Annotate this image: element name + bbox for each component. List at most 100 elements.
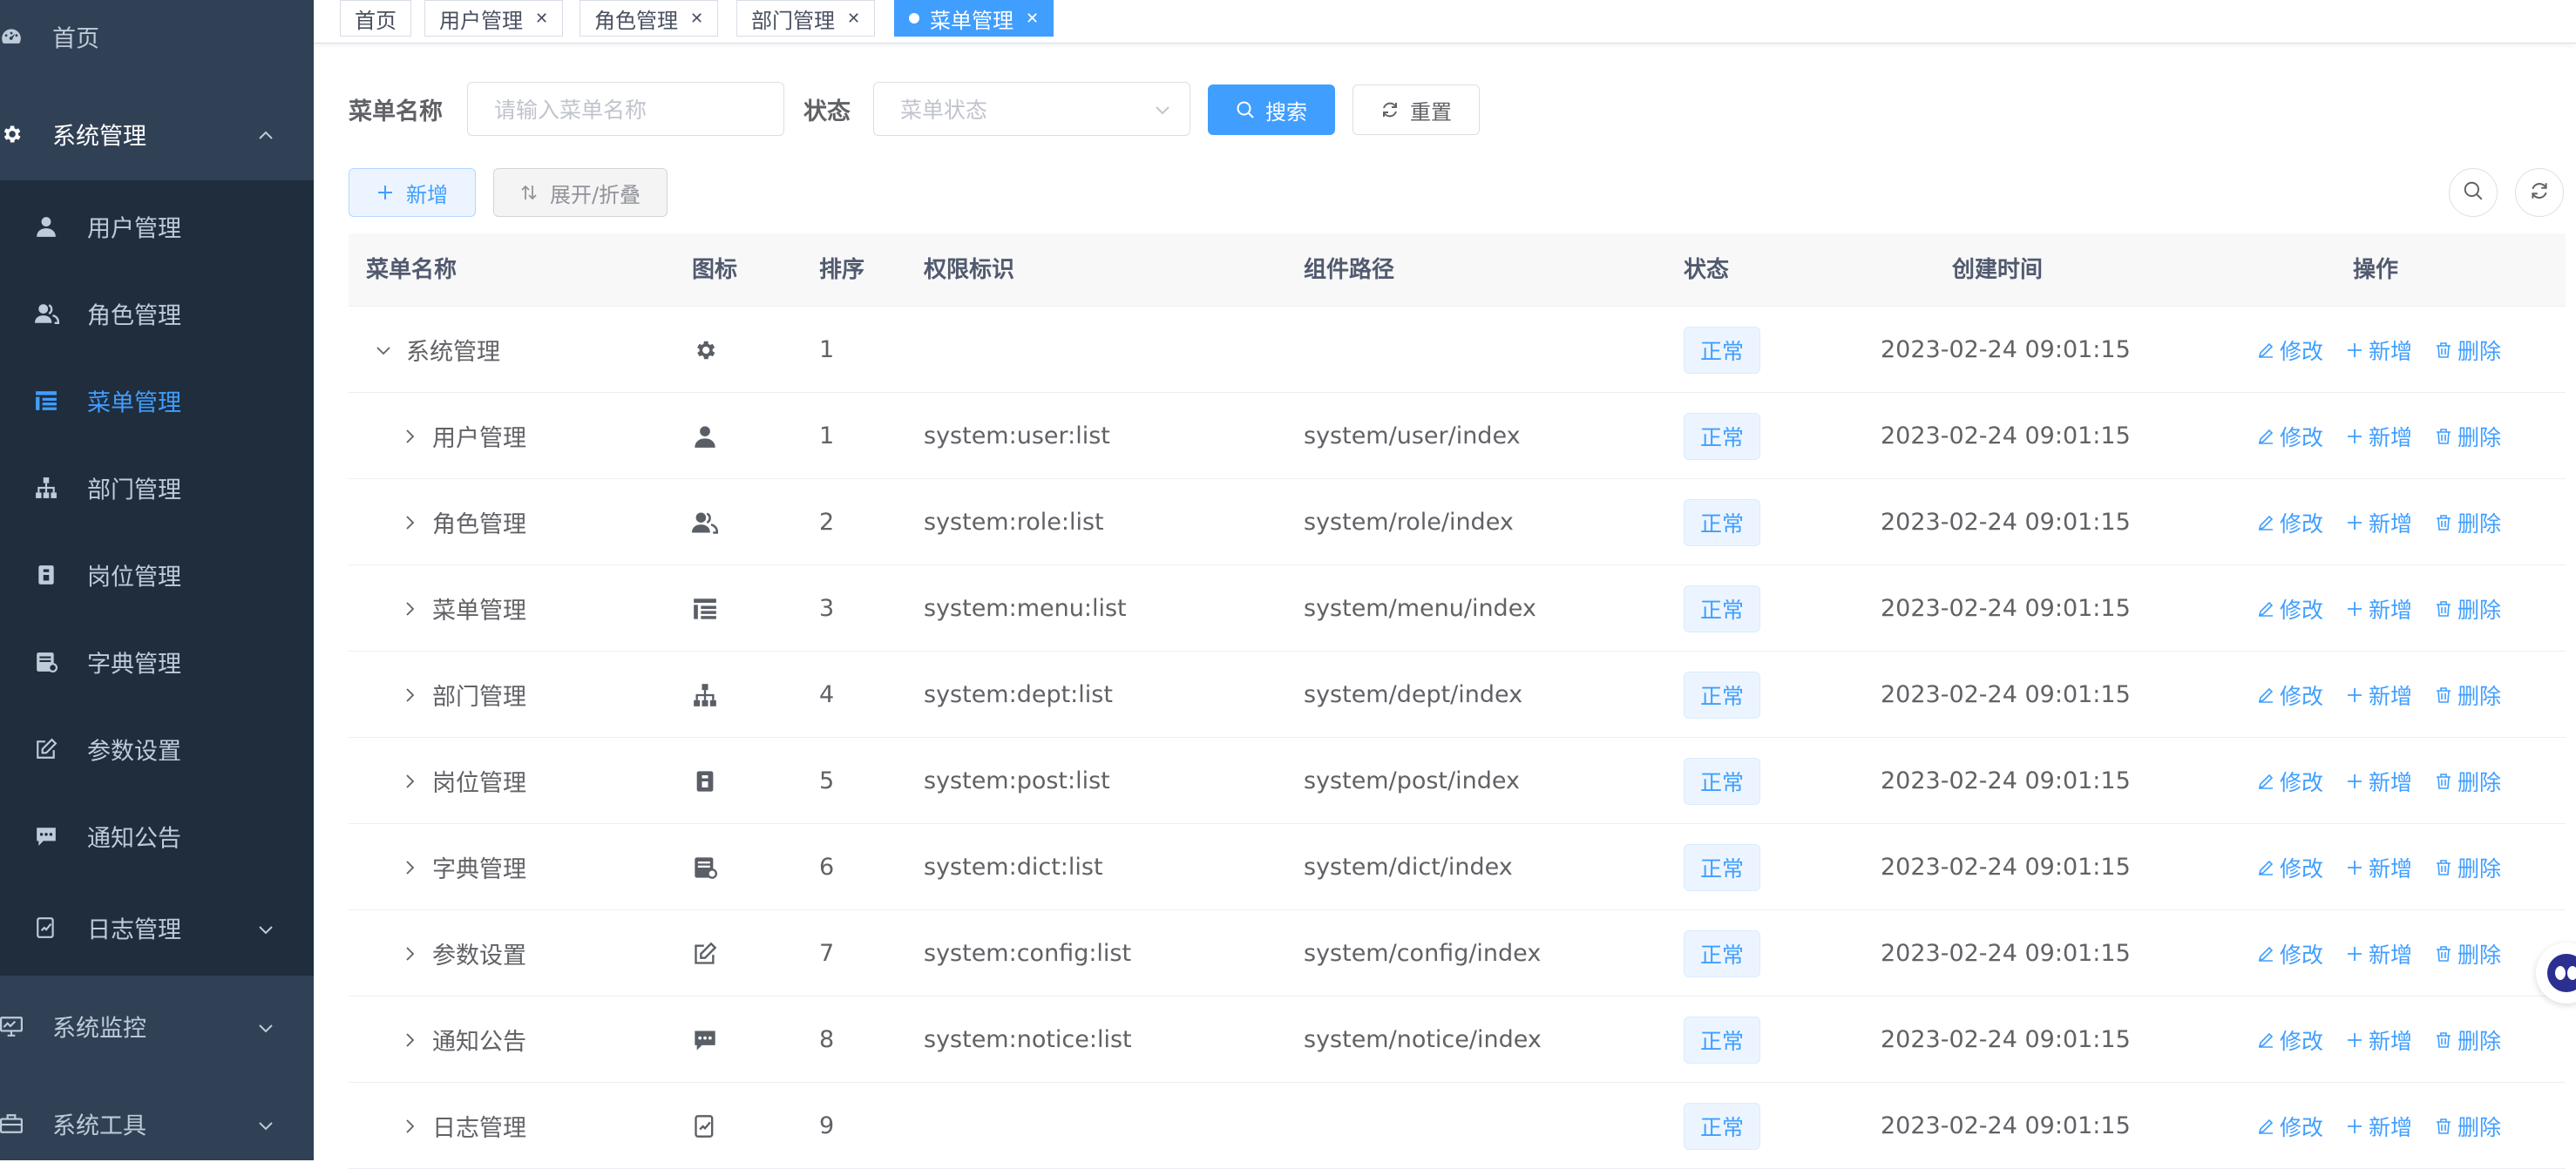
sidebar-item-home[interactable]: 首页 xyxy=(0,0,314,80)
cell-order: 6 xyxy=(819,854,835,881)
delete-icon xyxy=(2435,772,2454,791)
cell-create-time: 2023-02-24 09:01:15 xyxy=(1881,422,2131,449)
chevron-right-icon[interactable] xyxy=(401,599,420,618)
sidebar-item-post[interactable]: 岗位管理 xyxy=(0,531,314,618)
cell-perms: system:dict:list xyxy=(924,854,1103,881)
delete-button[interactable]: 删除 xyxy=(2435,938,2501,970)
add-child-button[interactable]: 新增 xyxy=(2346,852,2412,883)
delete-button[interactable]: 删除 xyxy=(2435,507,2501,538)
sidebar-item-dict[interactable]: 字典管理 xyxy=(0,618,314,706)
delete-button[interactable]: 删除 xyxy=(2435,766,2501,797)
tag-user[interactable]: 用户管理 ✕ xyxy=(424,0,564,37)
menu-name-text: 日志管理 xyxy=(432,1115,526,1142)
add-child-button[interactable]: 新增 xyxy=(2346,507,2412,538)
tree-table-icon xyxy=(35,389,59,413)
add-child-button[interactable]: 新增 xyxy=(2346,1024,2412,1056)
add-child-button[interactable]: 新增 xyxy=(2346,593,2412,625)
refresh-icon xyxy=(1380,99,1401,120)
edit-button[interactable]: 修改 xyxy=(2257,334,2323,366)
chevron-right-icon[interactable] xyxy=(401,1030,420,1050)
expand-collapse-label: 展开/折叠 xyxy=(549,182,641,207)
tags-view: 首页 用户管理 ✕ 角色管理 ✕ 部门管理 ✕ 菜单管理 ✕ xyxy=(314,0,2576,44)
add-button[interactable]: 新增 xyxy=(349,168,476,217)
chevron-right-icon[interactable] xyxy=(401,944,420,963)
delete-button[interactable]: 删除 xyxy=(2435,334,2501,366)
status-select[interactable]: 菜单状态 xyxy=(873,82,1190,136)
chevron-right-icon[interactable] xyxy=(401,513,420,532)
edit-button[interactable]: 修改 xyxy=(2257,421,2323,452)
tag-menu[interactable]: 菜单管理 ✕ xyxy=(894,0,1054,37)
close-icon[interactable]: ✕ xyxy=(690,10,703,28)
edit-button[interactable]: 修改 xyxy=(2257,852,2323,883)
menu-name-input[interactable]: 请输入菜单名称 xyxy=(467,82,784,136)
edit-label: 修改 xyxy=(2280,597,2324,623)
cell-status: 正常 xyxy=(1684,738,1761,824)
add-child-button[interactable]: 新增 xyxy=(2346,334,2412,366)
edit-button[interactable]: 修改 xyxy=(2257,679,2323,711)
edit-button[interactable]: 修改 xyxy=(2257,1024,2323,1056)
chevron-up-icon xyxy=(256,125,275,144)
header-menu-name: 菜单名称 xyxy=(366,257,458,283)
cell-create-time: 2023-02-24 09:01:15 xyxy=(1881,595,2131,622)
edit-icon xyxy=(2257,1117,2276,1136)
table-row: 角色管理 2 system:role:list system/role/inde… xyxy=(349,479,2566,565)
sidebar-item-user[interactable]: 用户管理 xyxy=(0,183,314,270)
close-icon[interactable]: ✕ xyxy=(1026,10,1039,28)
delete-button[interactable]: 删除 xyxy=(2435,852,2501,883)
delete-button[interactable]: 删除 xyxy=(2435,421,2501,452)
edit-label: 修改 xyxy=(2280,769,2324,795)
sidebar-item-config[interactable]: 参数设置 xyxy=(0,706,314,793)
sidebar-item-tool[interactable]: 系统工具 xyxy=(0,1080,314,1167)
reset-button[interactable]: 重置 xyxy=(1352,84,1480,135)
edit-button[interactable]: 修改 xyxy=(2257,1111,2323,1142)
edit-button[interactable]: 修改 xyxy=(2257,593,2323,625)
add-child-button[interactable]: 新增 xyxy=(2346,421,2412,452)
delete-button[interactable]: 删除 xyxy=(2435,593,2501,625)
sidebar-item-system[interactable]: 系统管理 xyxy=(0,91,314,178)
sidebar-item-monitor[interactable]: 系统监控 xyxy=(0,983,314,1070)
tag-home[interactable]: 首页 xyxy=(340,0,411,37)
chevron-down-icon[interactable] xyxy=(375,341,394,360)
sidebar-item-notice[interactable]: 通知公告 xyxy=(0,793,314,880)
chevron-right-icon[interactable] xyxy=(401,427,420,446)
edit-button[interactable]: 修改 xyxy=(2257,766,2323,797)
close-icon[interactable]: ✕ xyxy=(535,10,548,28)
toggle-search-button[interactable] xyxy=(2449,168,2498,217)
sidebar-item-role[interactable]: 角色管理 xyxy=(0,270,314,357)
chevron-right-icon[interactable] xyxy=(401,686,420,705)
delete-button[interactable]: 删除 xyxy=(2435,679,2501,711)
add-child-button[interactable]: 新增 xyxy=(2346,766,2412,797)
chevron-right-icon[interactable] xyxy=(401,772,420,791)
sidebar-item-menu[interactable]: 菜单管理 xyxy=(0,357,314,444)
close-icon[interactable]: ✕ xyxy=(847,10,860,28)
cell-menu-name: 部门管理 xyxy=(401,652,526,738)
sidebar-item-log[interactable]: 日志管理 xyxy=(0,884,314,971)
chevron-right-icon[interactable] xyxy=(401,1117,420,1136)
sidebar-item-dept[interactable]: 部门管理 xyxy=(0,444,314,531)
search-button[interactable]: 搜索 xyxy=(1208,84,1335,135)
cell-status: 正常 xyxy=(1684,824,1761,910)
expand-collapse-button[interactable]: 展开/折叠 xyxy=(493,168,668,217)
delete-label: 删除 xyxy=(2457,424,2502,450)
add-child-button[interactable]: 新增 xyxy=(2346,938,2412,970)
add-button-label: 新增 xyxy=(406,182,448,207)
menu-name-text: 部门管理 xyxy=(432,684,526,711)
tag-dept[interactable]: 部门管理 ✕ xyxy=(736,0,876,37)
monitor-icon xyxy=(0,1014,24,1038)
tag-role[interactable]: 角色管理 ✕ xyxy=(580,0,719,37)
add-child-button[interactable]: 新增 xyxy=(2346,1111,2412,1142)
tag-label: 部门管理 xyxy=(751,8,835,33)
refresh-table-button[interactable] xyxy=(2515,168,2564,217)
cell-icon xyxy=(692,565,718,652)
edit-icon xyxy=(2257,686,2276,705)
delete-icon xyxy=(2435,686,2454,705)
delete-button[interactable]: 删除 xyxy=(2435,1024,2501,1056)
delete-button[interactable]: 删除 xyxy=(2435,1111,2501,1142)
add-child-button[interactable]: 新增 xyxy=(2346,679,2412,711)
plus-icon xyxy=(2346,427,2365,446)
edit-button[interactable]: 修改 xyxy=(2257,938,2323,970)
cell-icon xyxy=(692,910,718,997)
search-icon xyxy=(1236,99,1257,120)
edit-button[interactable]: 修改 xyxy=(2257,507,2323,538)
chevron-right-icon[interactable] xyxy=(401,858,420,877)
